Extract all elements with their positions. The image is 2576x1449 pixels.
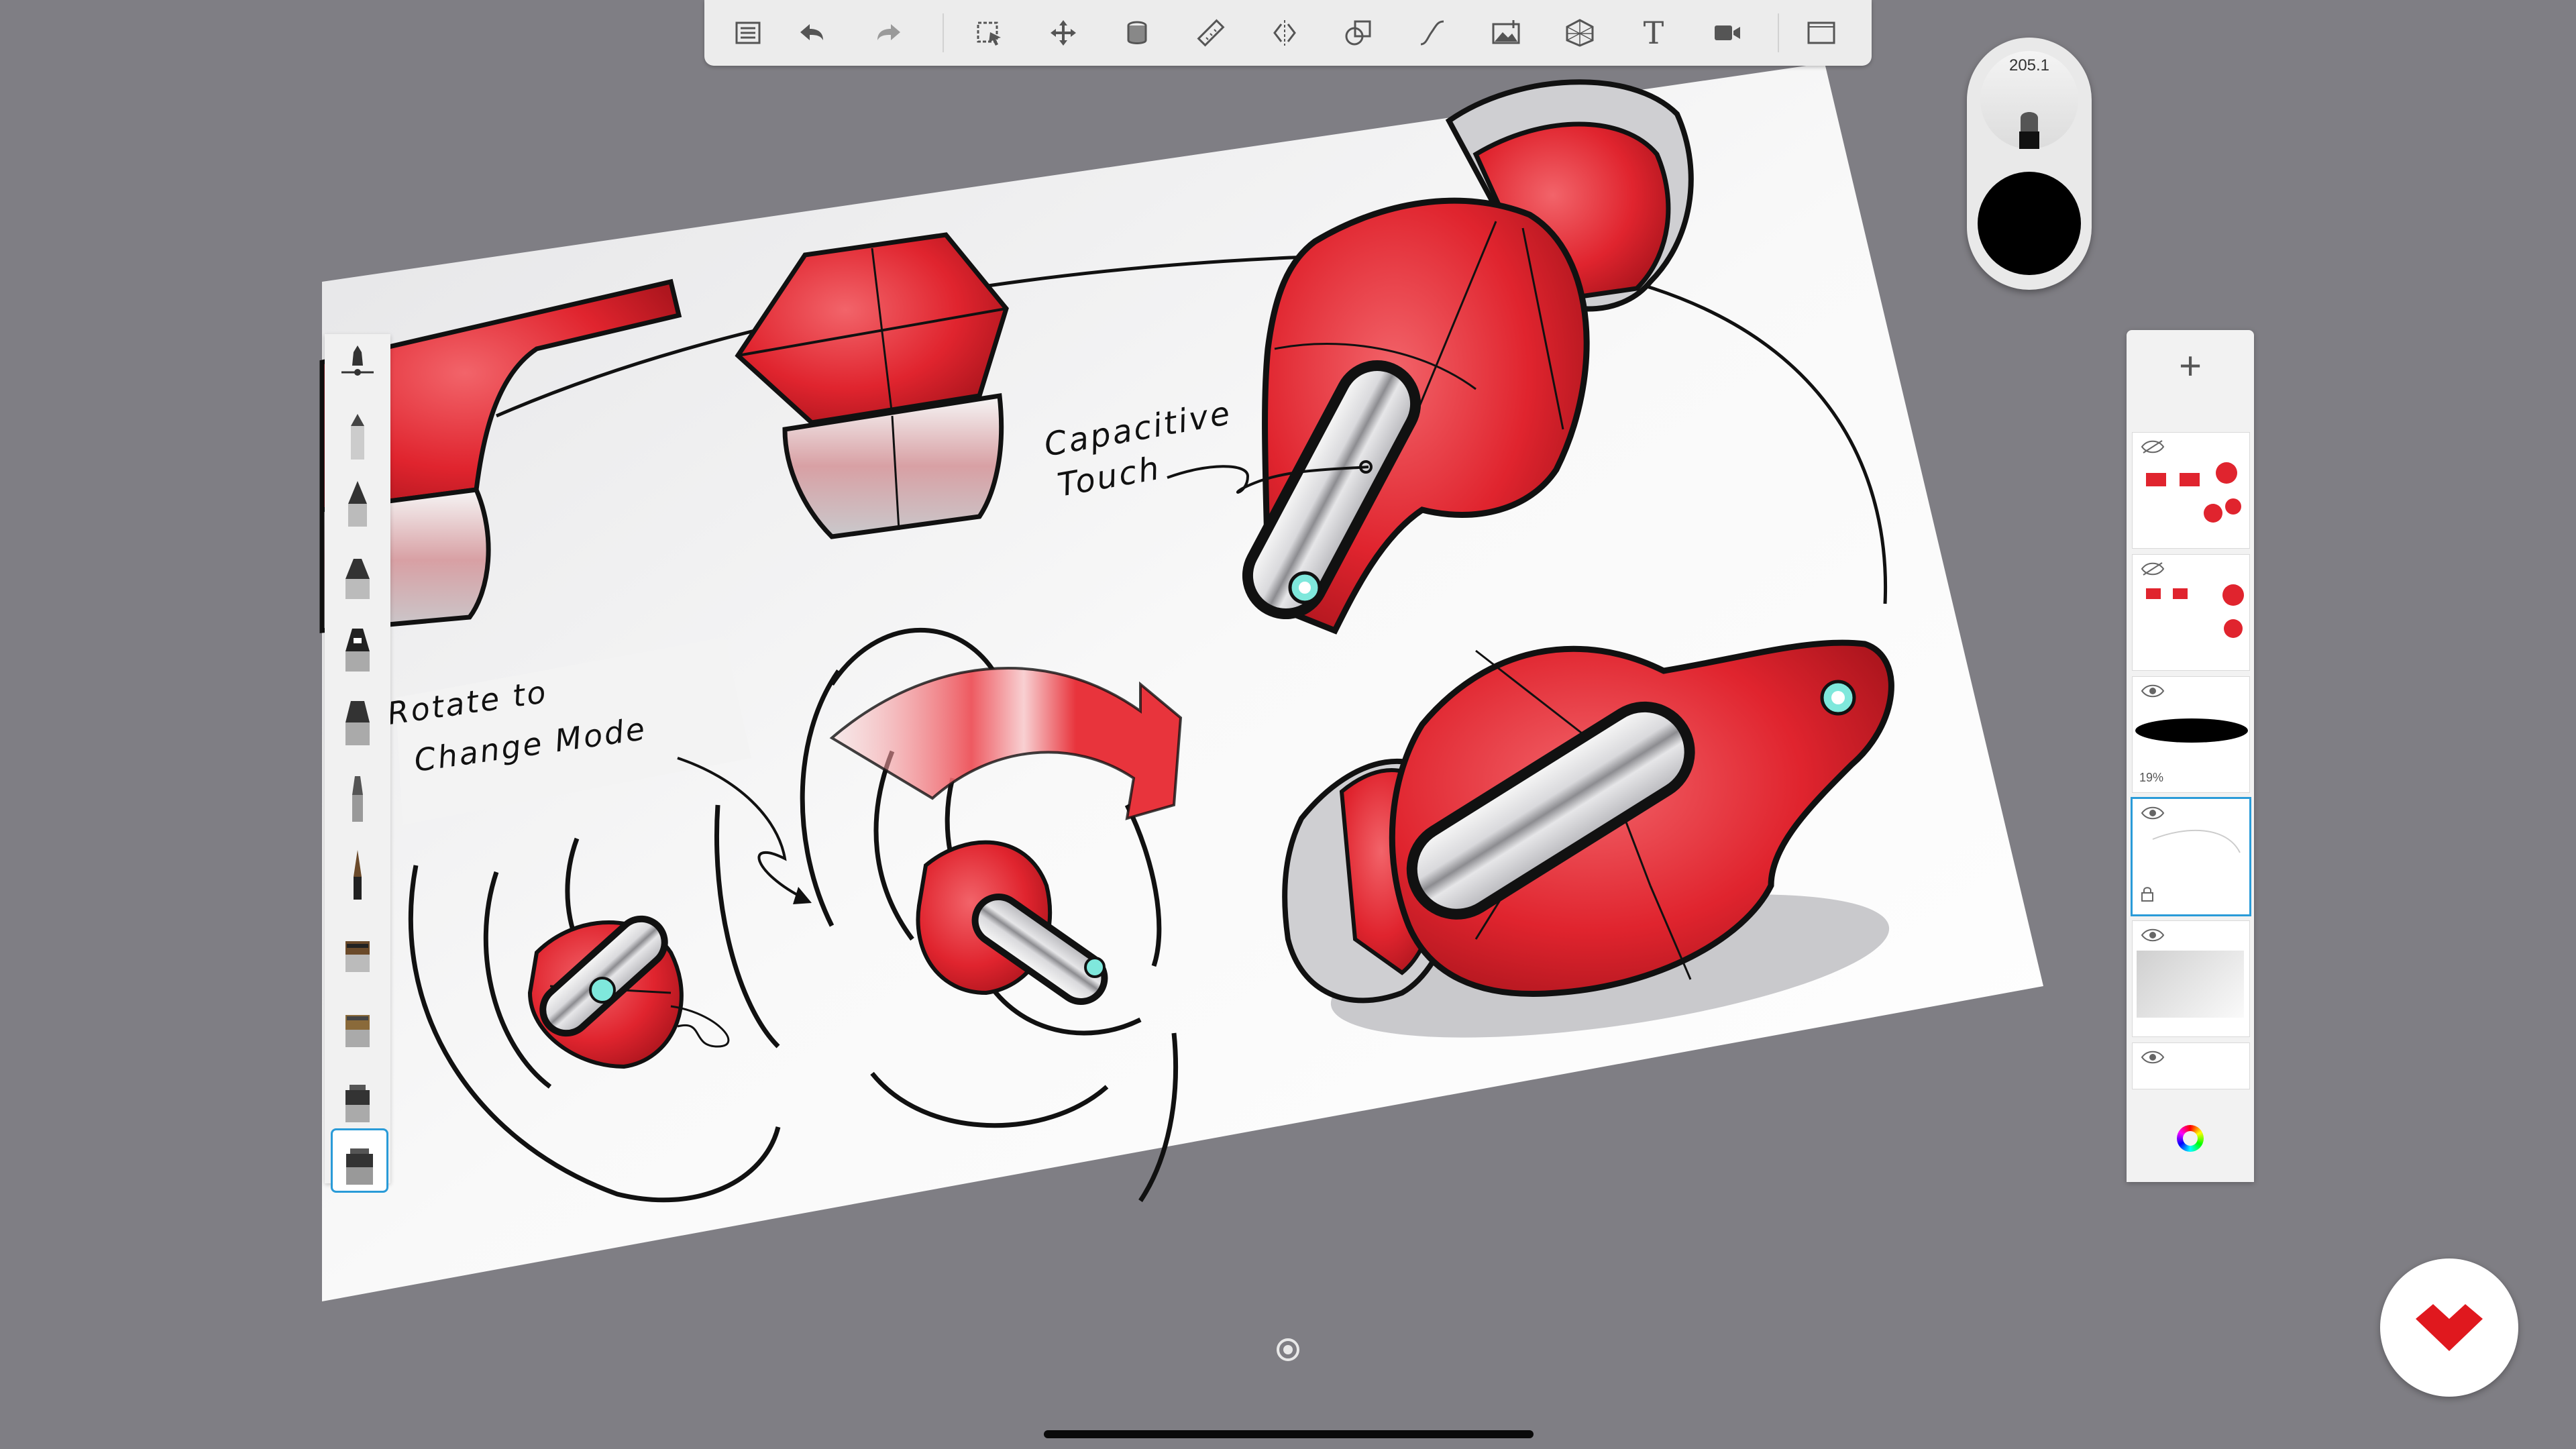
record-icon[interactable] [1711, 16, 1744, 50]
layers-panel: + 19% [2127, 330, 2254, 1182]
brush-size-value: 205.1 [2008, 56, 2050, 74]
brush-palette [325, 334, 390, 1193]
layer-sketch-2[interactable] [2132, 554, 2250, 671]
add-image-icon[interactable] [1489, 16, 1523, 50]
ruler-icon[interactable] [1194, 16, 1228, 50]
layer-gradient[interactable] [2132, 920, 2250, 1037]
brush-6[interactable] [334, 692, 381, 753]
undo-icon[interactable] [795, 16, 828, 50]
transform-icon[interactable] [1046, 16, 1080, 50]
home-indicator[interactable] [1044, 1430, 1534, 1438]
brush-puck[interactable]: 205.1 [1967, 38, 2092, 290]
symmetry-icon[interactable] [1268, 16, 1301, 50]
redo-icon[interactable] [872, 16, 906, 50]
brush-8[interactable] [334, 844, 381, 904]
brush-10[interactable] [334, 993, 381, 1053]
layer-opacity-label: 19% [2139, 771, 2164, 784]
brush-3[interactable] [334, 474, 381, 534]
layer-sketch-top[interactable] [2132, 432, 2250, 549]
add-layer-button[interactable]: + [2127, 330, 2254, 401]
reset-view-icon[interactable] [1275, 1336, 1301, 1363]
brush-4[interactable] [334, 546, 381, 606]
layer-shadow[interactable]: 19% [2132, 676, 2250, 793]
text-icon[interactable]: T [1637, 15, 1670, 51]
curve-icon[interactable] [1415, 16, 1449, 50]
text-tool-glyph: T [1643, 15, 1664, 51]
layer-lines[interactable] [2131, 797, 2251, 916]
selection-icon[interactable] [973, 16, 1006, 50]
brush-9[interactable] [334, 918, 381, 978]
fullscreen-icon[interactable] [1805, 16, 1838, 50]
brush-12[interactable] [331, 1128, 388, 1193]
visibility-icon[interactable] [2141, 1050, 2165, 1065]
brush-5[interactable] [334, 619, 381, 679]
layer-bottom[interactable] [2132, 1042, 2250, 1089]
app-logo-button[interactable] [2380, 1258, 2518, 1397]
brush-7[interactable] [334, 767, 381, 828]
color-wheel-icon [2177, 1125, 2204, 1152]
app-logo-icon [2416, 1304, 2483, 1351]
main-toolbar: T [704, 0, 1872, 66]
layers-menu-icon[interactable] [731, 16, 765, 50]
color-wheel-button[interactable] [2127, 1095, 2254, 1182]
current-color-swatch[interactable] [1978, 172, 2081, 275]
brush-2[interactable] [334, 409, 381, 470]
brush-1[interactable] [334, 342, 381, 402]
lock-icon[interactable] [2141, 886, 2154, 902]
fill-icon[interactable] [1120, 16, 1154, 50]
visibility-icon[interactable] [2141, 928, 2165, 943]
brush-11[interactable] [334, 1068, 381, 1128]
perspective-guide-icon[interactable] [1563, 16, 1597, 50]
shape-icon[interactable] [1342, 16, 1375, 50]
